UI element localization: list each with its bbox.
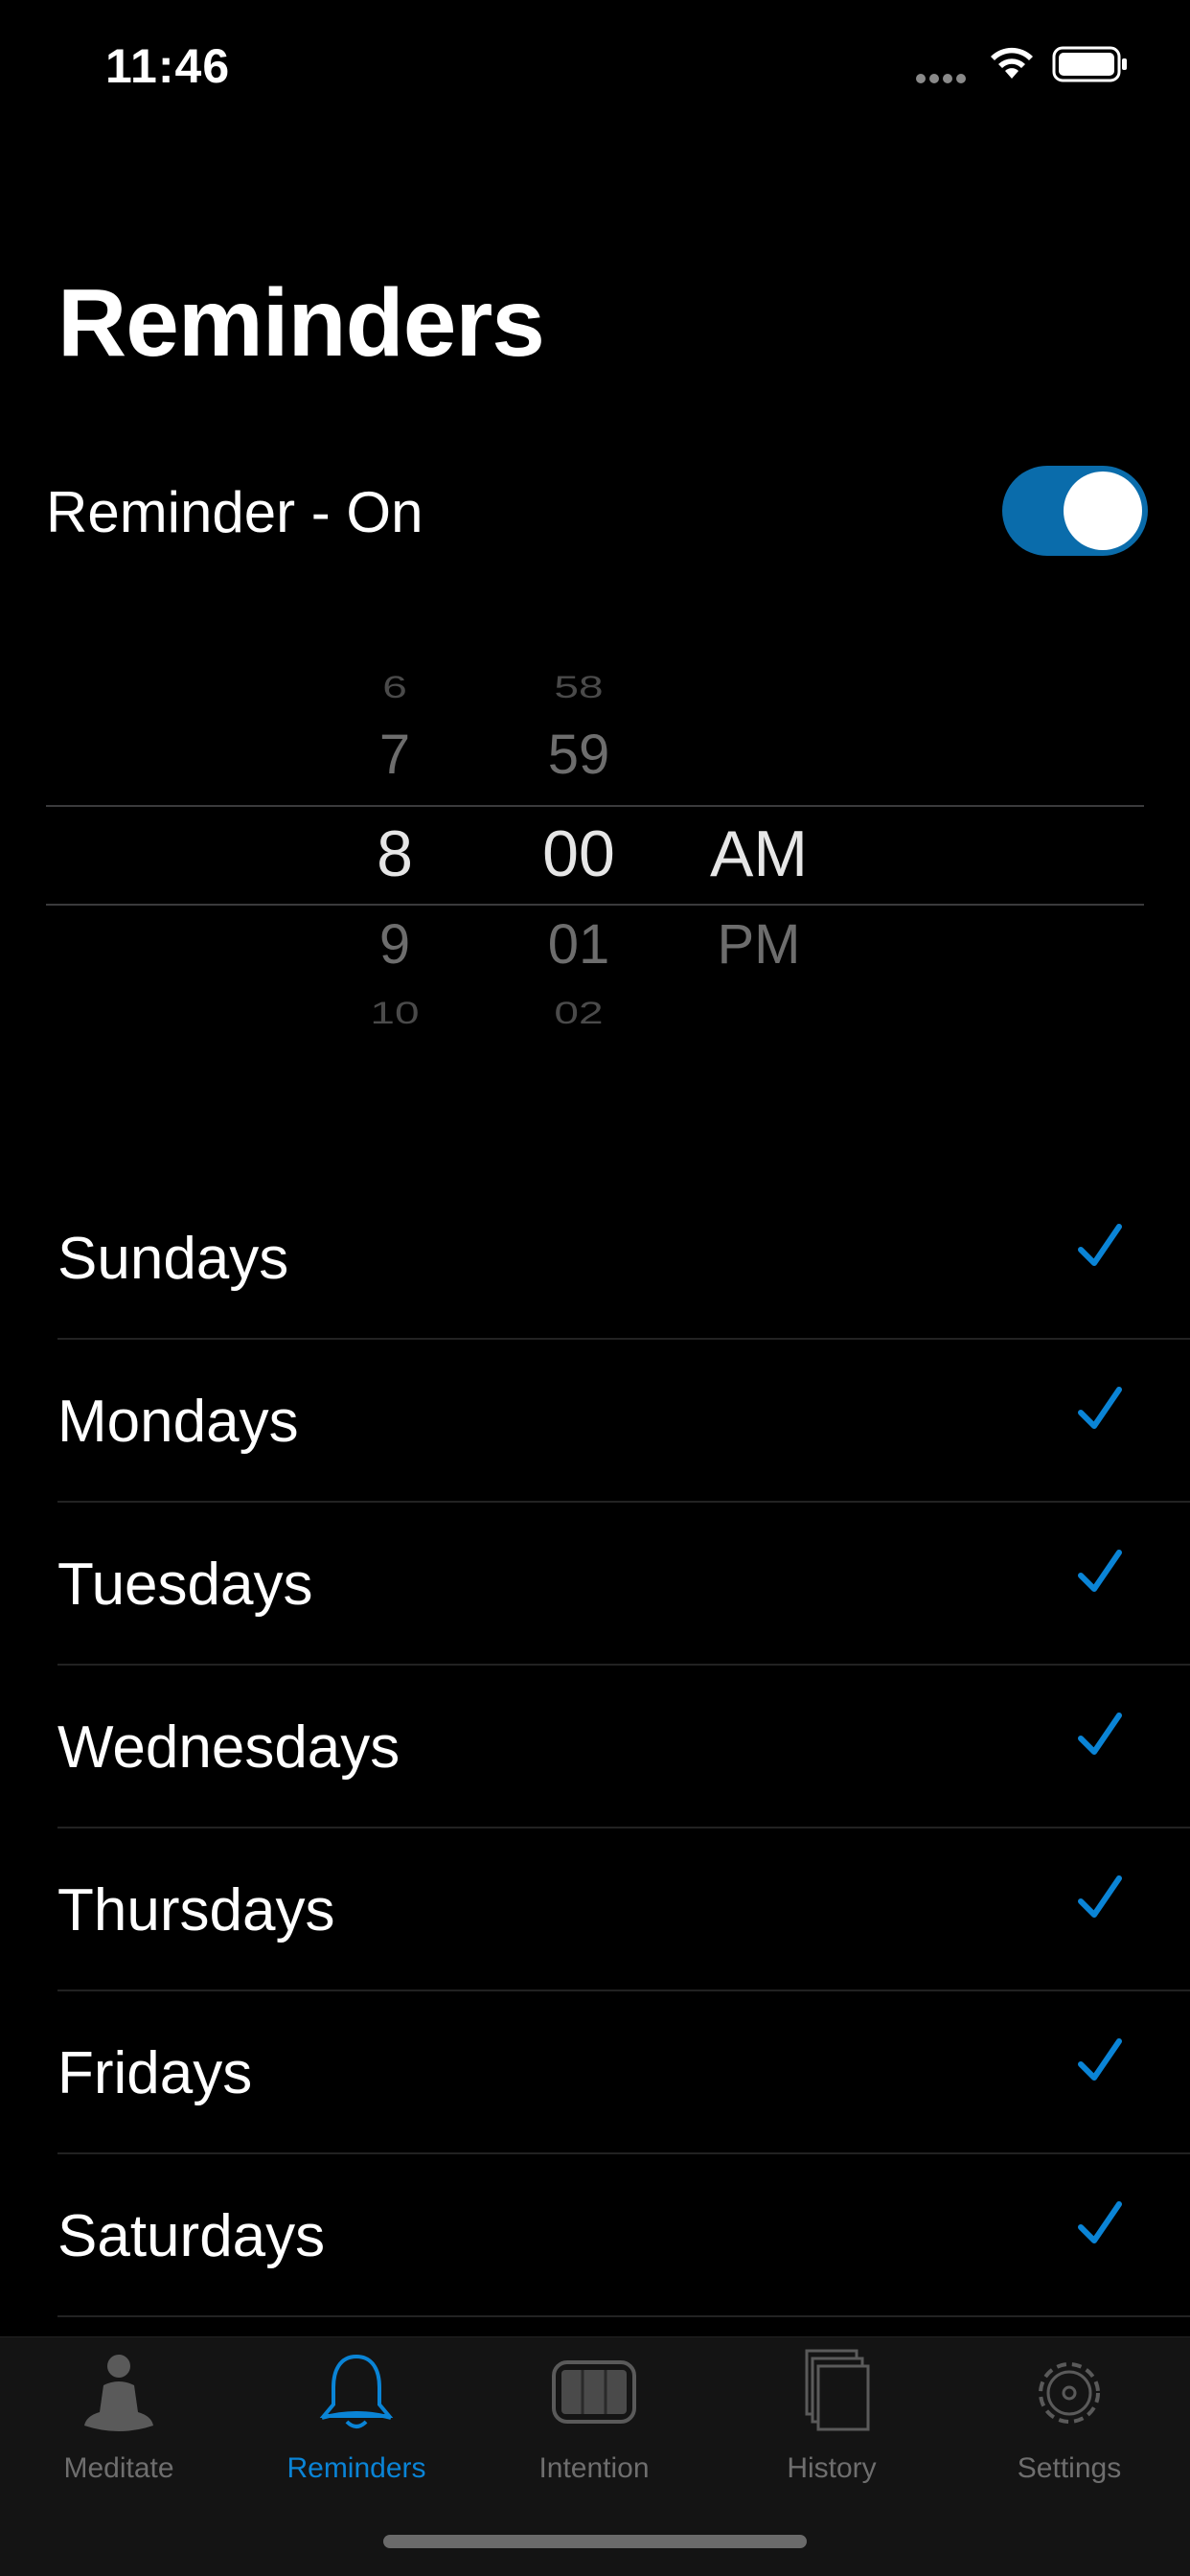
home-indicator xyxy=(383,2535,807,2548)
day-row-sundays[interactable]: Sundays xyxy=(57,1177,1190,1340)
reminder-toggle-label: Reminder - On xyxy=(46,480,423,544)
toggle-knob xyxy=(1064,472,1142,550)
days-list: Sundays Mondays Tuesdays Wednesdays Thur… xyxy=(0,1177,1190,2317)
tab-intention[interactable]: Intention xyxy=(475,2337,713,2529)
checkmark-icon xyxy=(1078,1550,1122,1592)
day-row-mondays[interactable]: Mondays xyxy=(57,1340,1190,1503)
hour-option[interactable]: 7 xyxy=(299,723,491,787)
tab-reminders[interactable]: Reminders xyxy=(238,2337,475,2529)
day-row-tuesdays[interactable]: Tuesdays xyxy=(57,1503,1190,1666)
checkmark-icon xyxy=(1078,2038,1122,2081)
tab-settings[interactable]: Settings xyxy=(950,2337,1188,2529)
checkmark-icon xyxy=(1078,1713,1122,1755)
period-option[interactable]: PM xyxy=(663,912,855,977)
wifi-icon xyxy=(991,47,1033,79)
checkmark-icon xyxy=(1078,1387,1122,1429)
time-picker[interactable]: 6 7 8 9 10 58 59 00 01 02 AM PM xyxy=(46,661,1144,1045)
hour-wheel[interactable]: 6 7 8 9 10 xyxy=(299,661,491,1045)
day-label: Tuesdays xyxy=(57,1552,313,1618)
hour-option[interactable]: 6 xyxy=(299,669,491,705)
day-label: Thursdays xyxy=(57,1877,335,1944)
period-selected[interactable]: AM xyxy=(663,816,855,891)
meditate-icon xyxy=(84,2355,153,2431)
day-label: Mondays xyxy=(57,1389,299,1455)
hour-option[interactable]: 10 xyxy=(299,995,491,1031)
intention-icon xyxy=(552,2360,636,2424)
tab-label: Reminders xyxy=(286,2452,426,2484)
checkmark-icon xyxy=(1078,1875,1122,1918)
page-title: Reminders xyxy=(57,269,545,377)
minute-option[interactable]: 01 xyxy=(483,912,675,977)
day-label: Fridays xyxy=(57,2040,253,2106)
minute-option[interactable]: 58 xyxy=(483,669,675,705)
day-row-saturdays[interactable]: Saturdays xyxy=(57,2154,1190,2317)
tab-history[interactable]: History xyxy=(713,2337,950,2529)
battery-icon xyxy=(1052,46,1127,82)
status-time: 11:46 xyxy=(105,39,231,93)
minute-option[interactable]: 59 xyxy=(483,723,675,787)
checkmark-icon xyxy=(1078,1224,1122,1266)
minute-selected[interactable]: 00 xyxy=(483,816,675,891)
tab-label: Settings xyxy=(1017,2452,1122,2484)
day-label: Saturdays xyxy=(57,2203,326,2269)
hour-selected[interactable]: 8 xyxy=(299,816,491,891)
cellular-signal-icon xyxy=(916,71,970,88)
reminder-toggle[interactable] xyxy=(1002,466,1148,556)
history-icon xyxy=(805,2349,870,2431)
day-label: Wednesdays xyxy=(57,1714,400,1781)
tab-meditate[interactable]: Meditate xyxy=(0,2337,238,2529)
tab-label: Intention xyxy=(538,2452,650,2484)
bell-icon xyxy=(319,2354,394,2428)
day-row-wednesdays[interactable]: Wednesdays xyxy=(57,1666,1190,1828)
tab-label: Meditate xyxy=(63,2452,174,2484)
minute-wheel[interactable]: 58 59 00 01 02 xyxy=(483,661,675,1045)
gear-icon xyxy=(1039,2362,1100,2424)
day-label: Sundays xyxy=(57,1226,289,1292)
period-wheel[interactable]: AM PM xyxy=(663,661,855,1045)
minute-option[interactable]: 02 xyxy=(483,995,675,1031)
day-row-fridays[interactable]: Fridays xyxy=(57,1991,1190,2154)
hour-option[interactable]: 9 xyxy=(299,912,491,977)
tab-label: History xyxy=(787,2452,877,2484)
day-row-thursdays[interactable]: Thursdays xyxy=(57,1828,1190,1991)
checkmark-icon xyxy=(1078,2201,1122,2243)
status-bar: 11:46 xyxy=(0,0,1190,134)
